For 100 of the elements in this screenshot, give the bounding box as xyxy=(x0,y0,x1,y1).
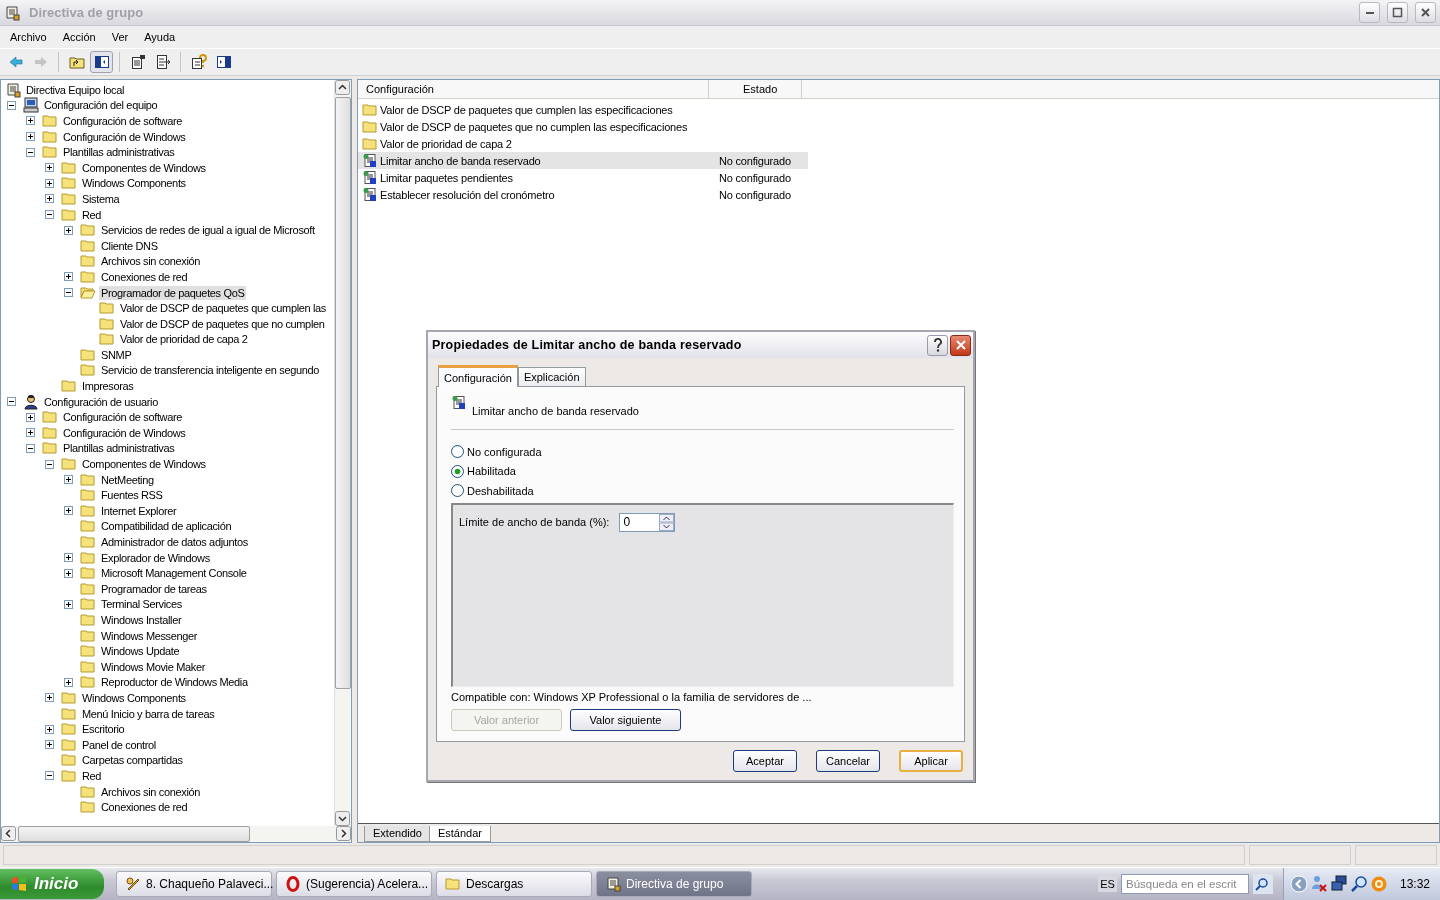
tree-item[interactable]: Windows Update xyxy=(99,644,182,659)
menu-item[interactable]: Ver xyxy=(103,29,137,45)
show-tree-button[interactable] xyxy=(90,51,113,73)
tree-item[interactable]: Programador de paquetes QoS xyxy=(99,285,247,300)
expand-toggle[interactable] xyxy=(7,100,16,110)
radio-label[interactable]: Deshabilitada xyxy=(467,484,534,497)
expand-toggle[interactable] xyxy=(64,225,73,235)
dialog-button[interactable]: Aceptar xyxy=(733,750,797,772)
tree-item[interactable]: Plantillas administrativas xyxy=(61,441,177,456)
expand-toggle[interactable] xyxy=(64,506,73,516)
tree-item[interactable]: Configuración de software xyxy=(61,114,185,128)
expand-toggle[interactable] xyxy=(26,132,35,142)
start-button[interactable]: Inicio xyxy=(0,869,104,899)
search-button[interactable] xyxy=(1252,874,1273,894)
tree-item[interactable]: Servicios de redes de igual a igual de Microsoft xyxy=(99,223,317,238)
tree-item[interactable]: Impresoras xyxy=(80,379,136,394)
expand-toggle[interactable] xyxy=(26,412,35,422)
expand-toggle[interactable] xyxy=(45,459,54,469)
expand-toggle[interactable] xyxy=(64,553,73,563)
tree-item[interactable]: NetMeeting xyxy=(99,472,156,487)
taskbar-button[interactable]: 8. Chaqueño Palaveci... xyxy=(116,871,272,897)
tree-item[interactable]: Windows Movie Maker xyxy=(99,659,207,674)
spin-field[interactable]: 0 xyxy=(619,512,676,532)
network-error-icon[interactable] xyxy=(1309,875,1328,893)
tree-item[interactable]: Configuración de Windows xyxy=(61,129,188,144)
expand-toggle[interactable] xyxy=(45,693,54,703)
radio-button[interactable] xyxy=(451,445,464,459)
expand-toggle[interactable] xyxy=(45,740,54,750)
scroll-up-icon[interactable] xyxy=(335,80,350,95)
tree-item[interactable]: Menú Inicio y barra de tareas xyxy=(80,706,217,721)
radio-button[interactable] xyxy=(451,464,464,478)
tree-item[interactable]: Carpetas compartidas xyxy=(80,753,185,768)
expand-toggle[interactable] xyxy=(64,599,73,609)
tree-item[interactable]: Programador de tareas xyxy=(99,581,209,596)
tree-item[interactable]: Panel de control xyxy=(80,737,158,752)
expand-toggle[interactable] xyxy=(64,272,73,282)
expand-toggle[interactable] xyxy=(45,724,54,734)
tree-item[interactable]: Fuentes RSS xyxy=(99,488,165,503)
tree-item[interactable]: Microsoft Management Console xyxy=(99,566,249,581)
tree-item[interactable]: Conexiones de red xyxy=(99,800,190,815)
tree-item[interactable]: Valor de DSCP de paquetes que cumplen las xyxy=(118,301,328,316)
tree-item[interactable]: Red xyxy=(80,207,104,222)
dialog-button[interactable]: Cancelar xyxy=(816,750,880,772)
expand-toggle[interactable] xyxy=(26,147,35,157)
tree-item[interactable]: Configuración del equipo xyxy=(42,98,160,113)
expand-toggle[interactable] xyxy=(64,677,73,687)
expand-toggle[interactable] xyxy=(64,475,73,485)
magnifier-icon[interactable] xyxy=(1349,875,1368,893)
expand-toggle[interactable] xyxy=(45,194,54,204)
radio-label[interactable]: No configurada xyxy=(467,445,542,458)
network-computers-icon[interactable] xyxy=(1329,875,1348,893)
radio-label[interactable]: Habilitada xyxy=(467,465,516,478)
tree-item[interactable]: Reproductor de Windows Media xyxy=(99,675,250,690)
expand-toggle[interactable] xyxy=(26,443,35,453)
tree-item[interactable]: Explorador de Windows xyxy=(99,550,212,565)
expand-toggle[interactable] xyxy=(7,397,16,407)
tree-item[interactable]: Windows Components xyxy=(80,690,188,705)
taskbar-button[interactable]: Directiva de grupo xyxy=(596,871,752,897)
tab[interactable]: Explicación xyxy=(517,367,586,386)
horizontal-scrollbar[interactable] xyxy=(1,826,351,842)
tree-item[interactable]: Valor de DSCP de paquetes que no cumplen xyxy=(118,316,327,331)
tree-item[interactable]: Configuración de usuario xyxy=(42,394,160,409)
expand-toggle[interactable] xyxy=(45,210,54,220)
tree-item[interactable]: Archivos sin conexión xyxy=(99,254,203,269)
menu-item[interactable]: Ayuda xyxy=(136,29,184,45)
taskbar-button[interactable]: (Sugerencia) Acelera... xyxy=(276,871,432,897)
tree-item[interactable]: Terminal Services xyxy=(99,597,184,612)
tree-item[interactable]: Cliente DNS xyxy=(99,238,160,253)
close-button[interactable] xyxy=(950,334,971,356)
expand-toggle[interactable] xyxy=(64,568,73,578)
expand-toggle[interactable] xyxy=(45,163,54,173)
dialog-button[interactable]: Aplicar xyxy=(899,750,963,772)
tree-item[interactable]: Sistema xyxy=(80,191,122,206)
tree-item[interactable]: Windows Messenger xyxy=(99,628,200,643)
list-row[interactable]: Valor de DSCP de paquetes que cumplen las especificaciones xyxy=(358,101,808,118)
view-tab[interactable]: Extendido xyxy=(364,826,431,842)
tree-item[interactable]: Archivos sin conexión xyxy=(99,784,203,799)
minimize-button[interactable] xyxy=(1359,2,1380,23)
tree-item[interactable]: Plantillas administrativas xyxy=(61,145,177,160)
help-button[interactable] xyxy=(927,334,948,356)
scroll-left-icon[interactable] xyxy=(1,826,16,841)
tree-item[interactable]: Internet Explorer xyxy=(99,503,179,518)
tree-item[interactable]: Configuración de Windows xyxy=(61,425,188,440)
expand-toggle[interactable] xyxy=(45,178,54,188)
list-row[interactable]: Limitar paquetes pendientes No configurado xyxy=(358,169,808,186)
expand-toggle[interactable] xyxy=(26,428,35,438)
tree-item[interactable]: Configuración de software xyxy=(61,410,185,425)
close-button[interactable] xyxy=(1415,2,1436,23)
vertical-scrollbar[interactable] xyxy=(334,80,351,826)
list-row[interactable]: Valor de prioridad de capa 2 xyxy=(358,135,808,152)
tree-item[interactable]: Windows Components xyxy=(80,176,188,191)
list-row[interactable]: Valor de DSCP de paquetes que no cumplen las especificaciones xyxy=(358,118,808,135)
tree-item[interactable]: Directiva Equipo local xyxy=(24,82,127,97)
taskbar-button[interactable]: Descargas xyxy=(436,871,592,897)
tree-item[interactable]: Componentes de Windows xyxy=(80,457,208,472)
chevron-left-icon[interactable] xyxy=(1289,875,1308,893)
scroll-right-icon[interactable] xyxy=(336,826,351,841)
tree-item[interactable]: Red xyxy=(80,768,104,783)
menu-item[interactable]: Archivo xyxy=(2,29,55,45)
radio-button[interactable] xyxy=(451,484,464,498)
